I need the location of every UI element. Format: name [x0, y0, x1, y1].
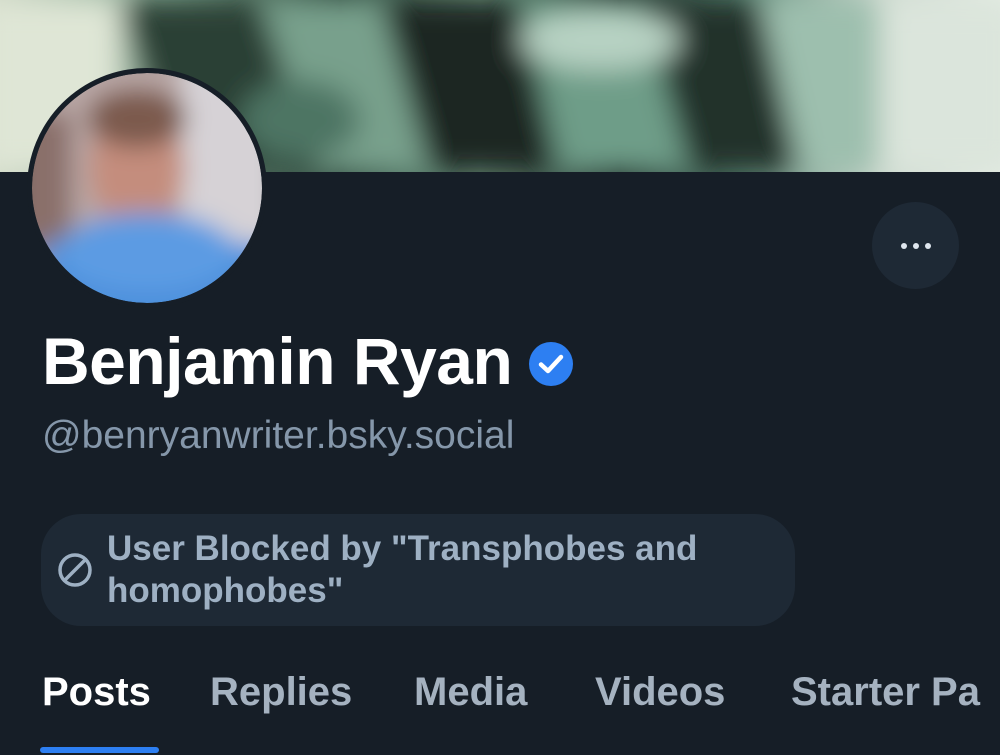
active-tab-indicator [40, 747, 159, 753]
blocked-label: User Blocked by "Transphobes and homopho… [107, 529, 698, 610]
more-options-icon [900, 242, 931, 249]
profile-tab-bar: Posts Replies Media Videos Starter Pa [0, 660, 1000, 755]
tab-media[interactable]: Media [414, 668, 527, 716]
moderation-blocked-notice[interactable]: User Blocked by "Transphobes and homopho… [41, 514, 795, 626]
tab-starter-packs[interactable]: Starter Pa [791, 668, 980, 716]
display-name: Benjamin Ryan [42, 324, 513, 398]
profile-name-row: Benjamin Ryan [42, 322, 574, 400]
profile-screen: Benjamin Ryan @benryanwriter.bsky.social… [0, 0, 1000, 755]
avatar[interactable] [27, 68, 267, 308]
verified-check-icon[interactable] [528, 341, 574, 387]
tab-posts[interactable]: Posts [42, 668, 151, 716]
more-options-button[interactable] [872, 202, 959, 289]
avatar-image [32, 73, 262, 303]
tab-videos[interactable]: Videos [595, 668, 725, 716]
profile-handle: @benryanwriter.bsky.social [42, 414, 515, 457]
block-icon [58, 553, 92, 587]
tab-replies[interactable]: Replies [210, 668, 352, 716]
